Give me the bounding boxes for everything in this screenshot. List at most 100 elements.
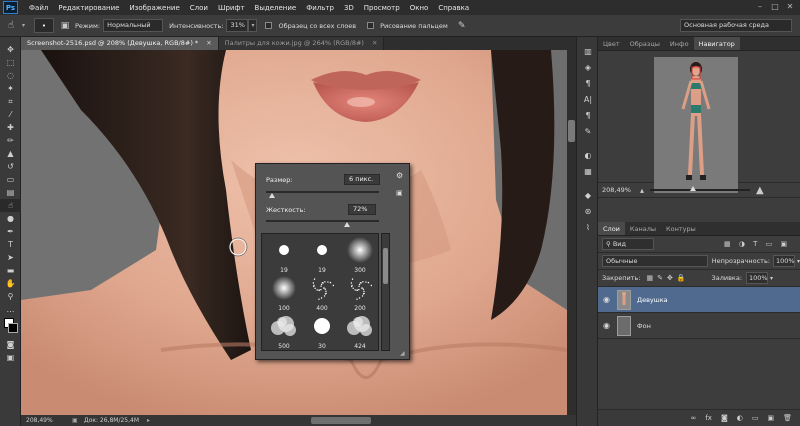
navigator-thumbnail[interactable]	[654, 57, 738, 193]
brush-preset[interactable]: 500	[266, 312, 302, 350]
chevron-down-icon[interactable]: ▾	[22, 22, 30, 29]
visibility-eye-icon[interactable]: ◉	[598, 321, 615, 330]
paragraph-styles-icon[interactable]: ¶	[577, 107, 599, 123]
eraser-tool-icon[interactable]: ▭	[0, 173, 21, 186]
menu-item[interactable]: Изображение	[124, 4, 184, 12]
vertical-scroll-thumb[interactable]	[568, 120, 575, 142]
visibility-eye-icon[interactable]: ◉	[598, 295, 615, 304]
size-slider[interactable]	[266, 191, 379, 193]
tab-layers[interactable]: Слои	[598, 222, 625, 235]
hand-tool-icon[interactable]: ✋	[0, 277, 21, 290]
brush-preset[interactable]: 19	[304, 236, 340, 274]
group-icon[interactable]: ▭	[752, 414, 759, 422]
zoom-in-icon[interactable]: ▲	[756, 185, 764, 196]
navigator-zoom-value[interactable]: 208,49%	[602, 186, 640, 194]
hardness-input[interactable]: 72%	[348, 204, 376, 215]
quick-select-tool-icon[interactable]: ✦	[0, 82, 21, 95]
menu-item[interactable]: Слои	[185, 4, 213, 12]
intensity-dropdown-icon[interactable]: ▾	[248, 19, 258, 32]
menu-item[interactable]: Фильтр	[301, 4, 339, 12]
smudge-tool-icon[interactable]: ☝	[0, 20, 22, 31]
layer-filter-select[interactable]: ⚲ Вид	[602, 238, 654, 250]
type-tool-icon[interactable]: T	[0, 238, 21, 251]
channels-icon[interactable]: ⊛	[577, 203, 599, 219]
brush-preset[interactable]: 19	[266, 236, 302, 274]
minimize-icon[interactable]: –	[755, 2, 765, 12]
quick-mask-icon[interactable]: ◙	[0, 338, 21, 351]
fill-dropdown-icon[interactable]: ▾	[770, 275, 773, 282]
color-swatches[interactable]	[0, 316, 20, 338]
tab-document-active[interactable]: Screenshot-2516.psd @ 208% (Девушка, RGB…	[21, 37, 219, 50]
hardness-slider-knob[interactable]	[344, 222, 351, 227]
adjustments-icon[interactable]: ◐	[577, 147, 599, 163]
tab-document-inactive[interactable]: Палитры для кожи.jpg @ 264% (RGB/8#) ✕	[218, 37, 385, 50]
new-preset-icon[interactable]: ▣	[396, 189, 403, 197]
screen-mode-icon[interactable]: ▣	[0, 351, 21, 364]
size-slider-knob[interactable]	[268, 193, 275, 198]
finger-painting-checkbox[interactable]	[367, 22, 375, 29]
vertical-scrollbar[interactable]	[567, 50, 576, 415]
lock-icons[interactable]: ▦✎✥🔒	[646, 274, 689, 282]
styles-icon[interactable]: ▦	[577, 163, 599, 179]
gear-icon[interactable]: ⚙	[396, 171, 403, 180]
dodge-tool-icon[interactable]: ●	[0, 212, 21, 225]
menu-item[interactable]: Шрифт	[213, 4, 250, 12]
brush-preset[interactable]: 300	[342, 236, 378, 274]
info-icon[interactable]: ▣	[72, 417, 80, 424]
brush-panel-icon[interactable]: ▣	[58, 21, 72, 31]
layer-row-background[interactable]: ◉ Фон	[598, 313, 800, 339]
tab-info[interactable]: Инфо	[665, 37, 694, 50]
adjustment-icon[interactable]: ◐	[737, 414, 743, 422]
zoom-readout[interactable]: 208,49%	[26, 417, 68, 424]
brush-tool-icon[interactable]: ✏	[0, 134, 21, 147]
tab-color[interactable]: Цвет	[598, 37, 625, 50]
fill-input[interactable]: 100%	[746, 272, 769, 284]
tab-swatches[interactable]: Образцы	[625, 37, 665, 50]
zoom-slider-knob[interactable]	[690, 186, 697, 191]
stamp-tool-icon[interactable]: ▲	[0, 147, 21, 160]
more-tools-icon[interactable]: …	[0, 303, 21, 316]
mask-icon[interactable]: ◙	[721, 414, 728, 422]
mode-select[interactable]: Нормальный	[103, 19, 164, 32]
intensity-input[interactable]: 31%	[226, 19, 249, 32]
history-icon[interactable]: ▥	[577, 43, 599, 59]
tab-navigator[interactable]: Навигатор	[693, 37, 740, 50]
menu-item[interactable]: 3D	[339, 4, 359, 12]
menu-item[interactable]: Редактирование	[53, 4, 124, 12]
trash-icon[interactable]: 🗑	[783, 414, 792, 422]
link-icon[interactable]: ∞	[691, 414, 697, 422]
eyedropper-tool-icon[interactable]: ⁄	[0, 108, 21, 121]
size-input[interactable]: 6 пикс.	[344, 174, 380, 185]
tab-paths[interactable]: Контуры	[661, 222, 701, 235]
opacity-input[interactable]: 100%	[772, 255, 795, 267]
brush-preset[interactable]: 424	[342, 312, 378, 350]
smudge-tool-active-icon[interactable]: ☝	[0, 199, 21, 212]
status-menu-icon[interactable]: ▸	[147, 417, 150, 424]
healing-tool-icon[interactable]: ✚	[0, 121, 21, 134]
presets-scroll-thumb[interactable]	[383, 248, 388, 284]
pressure-icon[interactable]: ✎	[455, 21, 469, 31]
character-icon[interactable]: A|	[577, 91, 599, 107]
menu-item[interactable]: Файл	[24, 4, 53, 12]
brush-preset[interactable]: 400	[304, 274, 340, 312]
paragraph-icon[interactable]: ¶	[577, 75, 599, 91]
tab-close-icon[interactable]: ✕	[206, 39, 211, 47]
horizontal-scroll-thumb[interactable]	[311, 417, 371, 424]
tab-close-icon[interactable]: ✕	[372, 39, 377, 47]
sample-all-layers-checkbox[interactable]	[265, 22, 273, 29]
brush-preset[interactable]: 200	[342, 274, 378, 312]
menu-item[interactable]: Просмотр	[359, 4, 405, 12]
layer-row-girl[interactable]: ◉ Девушка	[598, 287, 800, 313]
marquee-tool-icon[interactable]: ⬚	[0, 56, 21, 69]
brush-preset[interactable]: 100	[266, 274, 302, 312]
menu-item[interactable]: Выделение	[250, 4, 302, 12]
pen-tool-icon[interactable]: ✒	[0, 225, 21, 238]
lasso-tool-icon[interactable]: ◌	[0, 69, 21, 82]
hardness-slider[interactable]	[266, 220, 379, 222]
resize-grip-icon[interactable]: ◢	[400, 350, 405, 357]
paths-icon[interactable]: ⌇	[577, 219, 599, 235]
presets-scrollbar[interactable]	[381, 233, 390, 351]
crop-tool-icon[interactable]: ⌗	[0, 95, 21, 108]
maximize-icon[interactable]: □	[770, 2, 780, 12]
new-layer-icon[interactable]: ▣	[767, 414, 774, 422]
